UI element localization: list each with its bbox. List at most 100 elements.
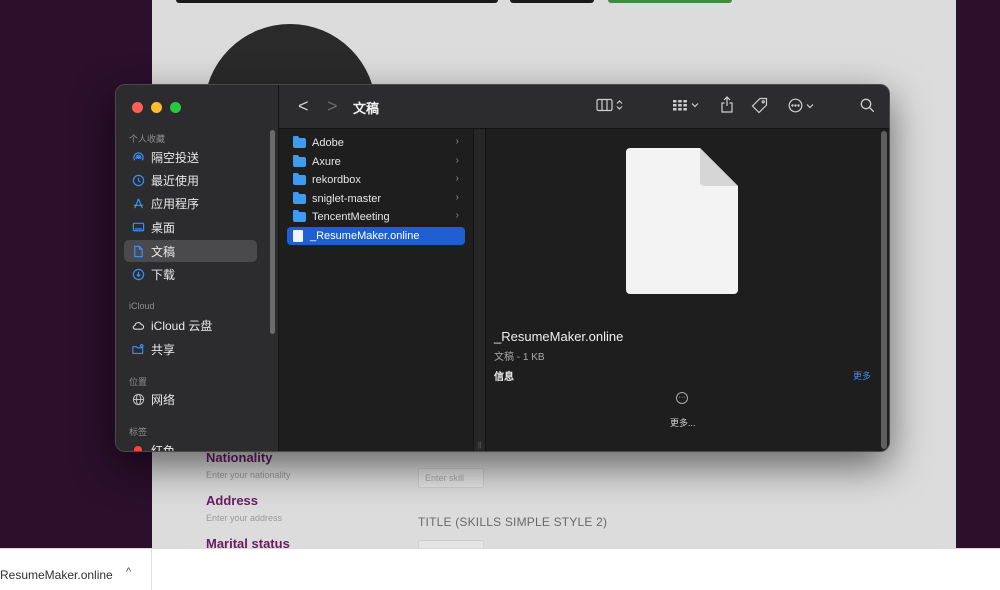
shared-folder-icon [131, 342, 145, 356]
file-column: Adobe › Axure › rekordbox › sniglet-mast… [279, 129, 473, 451]
apps-icon [131, 196, 145, 210]
list-item[interactable]: rekordbox › [287, 171, 465, 189]
list-item[interactable]: Adobe › [287, 134, 465, 152]
list-item[interactable]: TencentMeeting › [287, 208, 465, 226]
locations-heading: 位置 [129, 377, 148, 387]
skill-input-2[interactable] [418, 540, 484, 548]
group-button[interactable] [672, 98, 699, 112]
item-name: Axure [312, 156, 341, 168]
marital-status-label: Marital status [206, 536, 290, 548]
nationality-input[interactable]: Enter your nationality [206, 470, 291, 480]
icloud-heading: iCloud [129, 301, 155, 311]
chevron-right-icon: › [455, 136, 459, 147]
sidebar-item-label: 共享 [151, 342, 176, 357]
list-item[interactable]: Axure › [287, 153, 465, 171]
page-backdrop-right [956, 0, 1000, 548]
network-icon [131, 392, 145, 406]
address-label: Address [206, 493, 259, 508]
sidebar-item-downloads[interactable]: 下载 [124, 263, 257, 285]
grid-icon [673, 100, 687, 111]
top-green-button[interactable] [608, 0, 732, 3]
airdrop-icon [131, 150, 145, 164]
window-title: 文稿 [353, 101, 380, 116]
tag-button[interactable] [751, 97, 768, 114]
sidebar-item-label: 应用程序 [151, 196, 200, 211]
resize-grip-icon: || [478, 442, 482, 449]
search-button[interactable] [860, 98, 875, 113]
tags-heading: 标签 [129, 427, 148, 437]
sidebar-scrollbar[interactable] [270, 130, 275, 334]
sidebar-item-recents[interactable]: 最近使用 [124, 169, 257, 191]
list-item[interactable]: sniglet-master › [287, 190, 465, 208]
preview-scrollbar[interactable] [881, 131, 887, 449]
sidebar-item-airdrop[interactable]: 隔空投送 [124, 146, 257, 168]
item-name: sniglet-master [312, 193, 382, 205]
show-more-link[interactable]: 更多 [853, 369, 871, 382]
item-name: _ResumeMaker.online [310, 230, 420, 242]
preview-pane: _ResumeMaker.online 文稿 - 1 KB 信息 更多 ··· … [486, 129, 889, 451]
tag-icon [751, 97, 768, 114]
minimize-window-button[interactable] [151, 102, 162, 113]
sidebar-item-label: 隔空投送 [151, 150, 200, 165]
document-preview-icon [626, 148, 738, 294]
share-icon [721, 96, 733, 113]
share-button[interactable] [720, 96, 734, 113]
chevron-right-icon: › [455, 155, 459, 166]
file-icon [293, 230, 303, 242]
close-window-button[interactable] [132, 102, 143, 113]
finder-sidebar: 个人收藏 隔空投送 最近使用 应用程序 桌面 文稿 下载 iCloud iClo… [116, 85, 279, 451]
ellipsis-circle-icon[interactable]: ··· [676, 392, 688, 404]
item-name: rekordbox [312, 174, 361, 186]
back-button[interactable]: < [298, 96, 309, 116]
folder-icon [293, 192, 306, 204]
cloud-icon [131, 318, 145, 332]
sidebar-item-label: 最近使用 [151, 173, 200, 188]
sidebar-item-label: 桌面 [151, 220, 176, 235]
columns-view-icon [596, 98, 613, 112]
sidebar-item-applications[interactable]: 应用程序 [124, 192, 257, 214]
sidebar-item-network[interactable]: 网络 [124, 388, 257, 410]
sidebar-item-label: 网络 [151, 392, 176, 407]
item-name: TencentMeeting [312, 211, 390, 223]
zoom-window-button[interactable] [170, 102, 181, 113]
ellipsis-circle-icon [788, 98, 803, 113]
finder-window: 个人收藏 隔空投送 最近使用 应用程序 桌面 文稿 下载 iCloud iClo… [115, 84, 890, 452]
forward-button[interactable]: > [327, 96, 338, 116]
sidebar-item-label: 文稿 [151, 244, 176, 259]
chevron-down-icon [691, 103, 699, 108]
favorites-heading: 个人收藏 [129, 134, 166, 144]
folder-icon [293, 210, 306, 222]
desktop-icon [131, 220, 145, 234]
info-heading: 信息 [494, 372, 514, 383]
top-dark-button[interactable] [176, 0, 498, 3]
download-file-name: ResumeMaker.online [0, 568, 113, 582]
chevron-right-icon: › [455, 173, 459, 184]
folder-icon [293, 155, 306, 167]
address-input[interactable]: Enter your address [206, 513, 282, 523]
view-mode-button[interactable] [596, 98, 623, 112]
sidebar-item-icloud-drive[interactable]: iCloud 云盘 [124, 314, 257, 336]
more-button-label[interactable]: 更多... [670, 416, 696, 429]
top-small-button[interactable] [510, 0, 594, 3]
window-controls [132, 102, 181, 113]
list-item-selected[interactable]: _ResumeMaker.online [287, 227, 465, 245]
nationality-label: Nationality [206, 450, 273, 465]
chevron-up-icon[interactable]: ^ [126, 566, 131, 578]
chevron-down-icon [806, 103, 814, 108]
item-name: Adobe [312, 137, 344, 149]
skill-input[interactable]: Enter skill [418, 468, 484, 488]
chevron-right-icon: › [455, 192, 459, 203]
more-actions-button[interactable] [788, 98, 814, 113]
download-item[interactable]: ResumeMaker.online ^ [0, 549, 152, 590]
sidebar-item-desktop[interactable]: 桌面 [124, 216, 257, 238]
folder-icon [293, 173, 306, 185]
search-icon [860, 98, 875, 113]
preview-file-kind-size: 文稿 - 1 KB [494, 352, 545, 363]
sidebar-item-documents[interactable]: 文稿 [124, 240, 257, 262]
sidebar-item-tag-red[interactable]: 红色 [124, 439, 257, 451]
skills-section-title: TITLE (SKILLS SIMPLE STYLE 2) [418, 515, 608, 529]
folder-icon [293, 136, 306, 148]
document-icon [131, 244, 145, 258]
column-resize-handle[interactable]: || [473, 129, 486, 451]
sidebar-item-shared[interactable]: 共享 [124, 338, 257, 360]
